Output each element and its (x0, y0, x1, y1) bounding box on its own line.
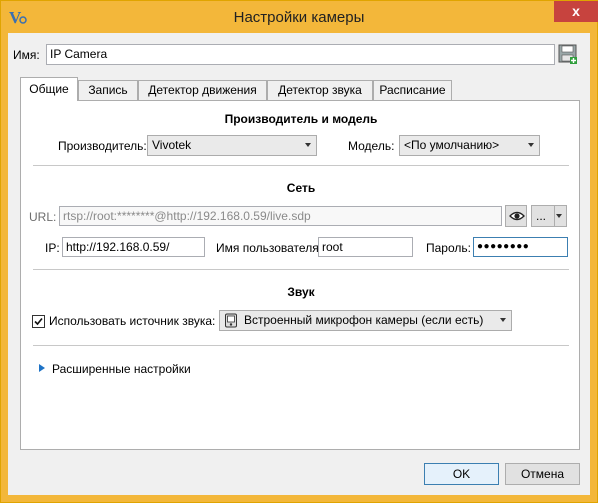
chevron-down-icon (500, 318, 506, 322)
url-options-button[interactable]: ... (531, 205, 567, 227)
manufacturer-value: Vivotek (152, 138, 192, 152)
use-sound-source-label: Использовать источник звука: (49, 314, 216, 328)
title-bar[interactable]: V Настройки камеры x (1, 1, 598, 33)
divider (33, 269, 569, 270)
chevron-down-icon (305, 143, 311, 147)
camera-microphone-icon (225, 313, 237, 328)
model-value: <По умолчанию> (404, 138, 500, 152)
divider (33, 345, 569, 346)
eye-icon (509, 211, 525, 221)
use-sound-source-checkbox[interactable] (32, 315, 45, 328)
sound-source-value: Встроенный микрофон камеры (если есть) (244, 313, 484, 327)
url-label: URL: (29, 210, 57, 224)
split-divider (554, 206, 555, 226)
cancel-button[interactable]: Отмена (505, 463, 580, 485)
show-password-button[interactable] (505, 205, 527, 227)
sound-section-title: Звук (287, 285, 315, 299)
model-dropdown[interactable]: <По умолчанию> (399, 135, 540, 156)
ip-label: IP: (45, 241, 60, 255)
sound-source-dropdown[interactable]: Встроенный микрофон камеры (если есть) (219, 310, 512, 331)
more-label: ... (536, 209, 547, 223)
tab-sound-detector[interactable]: Детектор звука (267, 80, 373, 100)
network-section-title: Сеть (286, 181, 316, 195)
tab-motion-detector[interactable]: Детектор движения (138, 80, 267, 100)
chevron-down-icon (556, 214, 562, 218)
model-label: Модель: (348, 139, 395, 153)
camera-name-input[interactable]: IP Camera (46, 44, 555, 65)
dialog-window: V Настройки камеры x Имя: IP Camera Общи… (0, 0, 598, 503)
username-label: Имя пользователя: (216, 241, 323, 255)
save-icon[interactable] (558, 43, 578, 65)
tab-schedule[interactable]: Расписание (373, 80, 452, 100)
ip-input[interactable]: http://192.168.0.59/ (62, 237, 205, 257)
tab-recording[interactable]: Запись (78, 80, 138, 100)
tab-general[interactable]: Общие (20, 77, 78, 101)
ok-button[interactable]: OK (424, 463, 499, 485)
chevron-down-icon (528, 143, 534, 147)
window-title: Настройки камеры (233, 9, 365, 26)
expand-arrow-icon[interactable] (38, 363, 46, 373)
checkmark-icon (34, 317, 43, 326)
manufacturer-label: Производитель: (58, 139, 147, 153)
password-label: Пароль: (426, 241, 471, 255)
name-label: Имя: (13, 48, 40, 62)
username-input[interactable]: root (318, 237, 413, 257)
manufacturer-dropdown[interactable]: Vivotek (147, 135, 317, 156)
advanced-settings-toggle[interactable]: Расширенные настройки (52, 362, 191, 376)
dialog-body: Имя: IP Camera Общие Запись Детектор дви… (8, 33, 590, 495)
url-field[interactable]: rtsp://root:********@http://192.168.0.59… (59, 206, 502, 226)
divider (33, 165, 569, 166)
password-input[interactable]: ●●●●●●●● (473, 237, 568, 257)
general-tab-panel: Производитель и модель Производитель: Vi… (20, 100, 580, 450)
vendor-section-title: Производитель и модель (224, 112, 378, 126)
close-button[interactable]: x (554, 1, 598, 22)
